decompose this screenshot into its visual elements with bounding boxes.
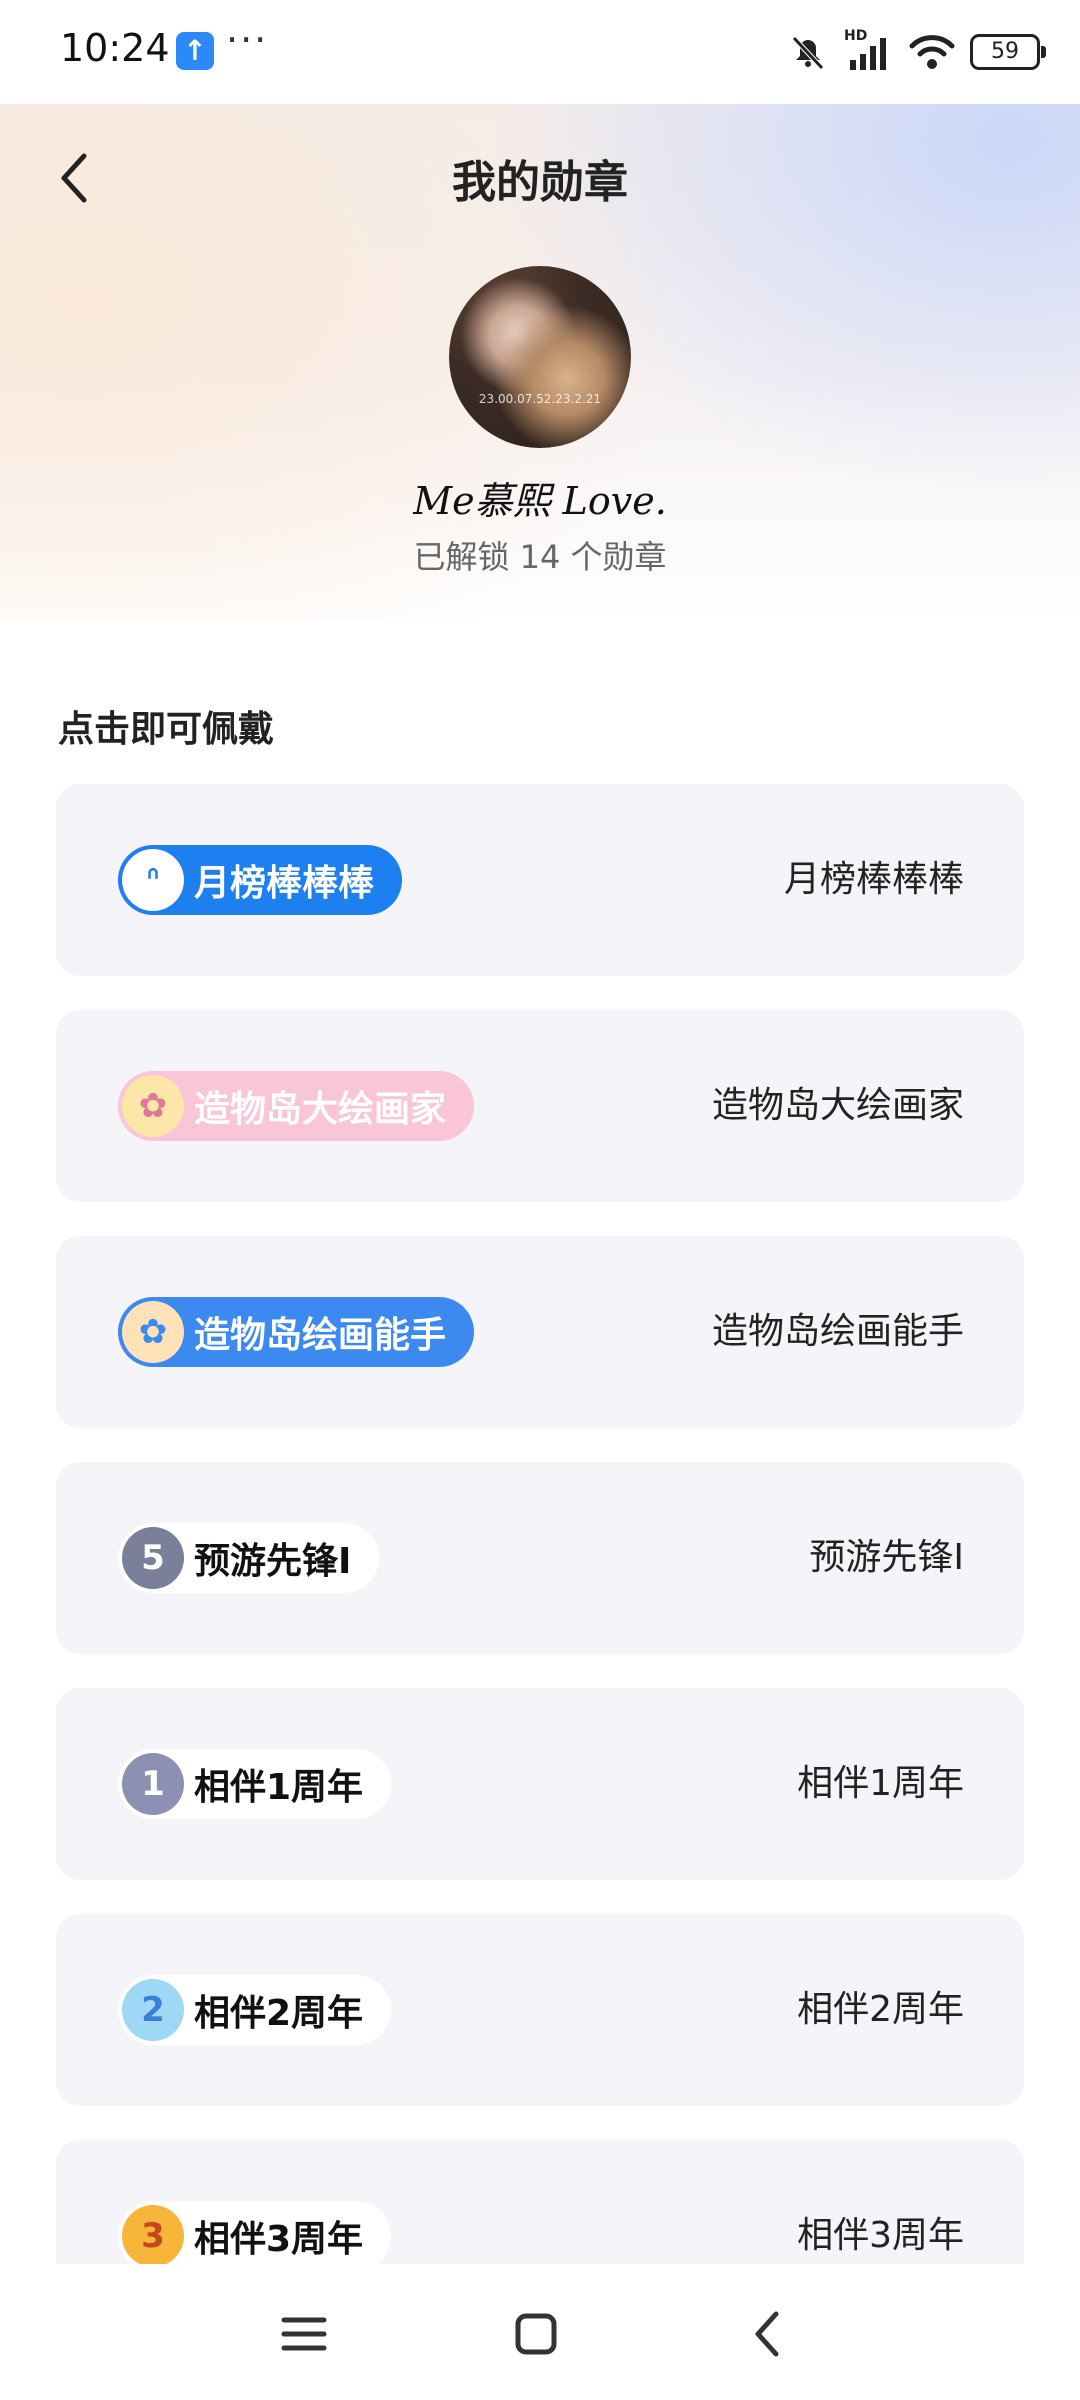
badge-pill: 2 相伴2周年 (118, 1975, 392, 2045)
status-bar: 10:24 ↑ ··· HD 59 (0, 0, 1080, 104)
badge-pill-label: 月榜棒棒棒 (194, 863, 375, 904)
badge-card[interactable]: ᐢ 月榜棒棒棒 月榜棒棒棒 (56, 784, 1024, 976)
badge-card[interactable]: 5 预游先锋I 预游先锋I (56, 1462, 1024, 1654)
badge-list[interactable]: ᐢ 月榜棒棒棒 月榜棒棒棒 ✿ 造物岛大绘画家 造物岛大绘画家 ✿ 造物岛绘画能… (0, 784, 1080, 2264)
home-icon[interactable] (506, 2304, 566, 2364)
avatar[interactable]: 23.00.07.52.23.2.21 (449, 266, 631, 448)
avatar-caption: 23.00.07.52.23.2.21 (478, 392, 602, 406)
badge-card[interactable]: 2 相伴2周年 相伴2周年 (56, 1914, 1024, 2106)
badge-name: 相伴3周年 (797, 2215, 964, 2256)
wifi-icon (909, 35, 955, 69)
badge-name: 造物岛大绘画家 (711, 1085, 964, 1126)
back-nav-icon[interactable] (738, 2304, 798, 2364)
badge-name: 造物岛绘画能手 (711, 1311, 964, 1352)
number-5-shield-icon: 5 (122, 1527, 184, 1589)
section-title: 点击即可佩戴 (58, 709, 275, 750)
page-title: 我的勋章 (452, 157, 628, 208)
badge-pill: 5 预游先锋I (118, 1523, 380, 1593)
number-1-shield-icon: 1 (122, 1753, 184, 1815)
badge-name: 相伴2周年 (797, 1989, 964, 2030)
badge-card[interactable]: ✿ 造物岛绘画能手 造物岛绘画能手 (56, 1236, 1024, 1428)
badge-pill: ᐢ 月榜棒棒棒 (118, 845, 403, 915)
anime-girl-icon: ✿ (122, 1301, 184, 1363)
badge-pill-label: 相伴2周年 (194, 1993, 364, 2034)
badge-pill: ✿ 造物岛大绘画家 (118, 1071, 475, 1141)
unlock-summary: 已解锁 14 个勋章 (413, 538, 667, 576)
anime-girl-icon: ✿ (122, 1075, 184, 1137)
bunny-icon: ᐢ (122, 849, 184, 911)
badge-name: 预游先锋I (809, 1537, 964, 1578)
badge-pill-label: 造物岛绘画能手 (194, 1315, 447, 1356)
badge-card[interactable]: 3 相伴3周年 相伴3周年 (56, 2140, 1024, 2264)
system-nav-bar (0, 2264, 1080, 2400)
badge-pill-label: 造物岛大绘画家 (194, 1089, 447, 1130)
badge-pill: 1 相伴1周年 (118, 1749, 392, 1819)
upload-notification-icon: ↑ (176, 32, 214, 70)
status-time: 10:24 (60, 26, 170, 70)
badge-pill-label: 相伴3周年 (194, 2219, 364, 2260)
number-3-shield-icon: 3 (122, 2205, 184, 2264)
badge-pill-label: 相伴1周年 (194, 1767, 364, 1808)
badge-pill: 3 相伴3周年 (118, 2201, 392, 2264)
number-2-shield-icon: 2 (122, 1979, 184, 2041)
badge-name: 相伴1周年 (797, 1763, 964, 1804)
more-notifications-icon: ··· (226, 18, 269, 62)
mute-bell-icon (792, 36, 824, 70)
username: Me慕熙 Love. (413, 479, 667, 523)
menu-icon[interactable] (274, 2304, 334, 2364)
badge-pill: ✿ 造物岛绘画能手 (118, 1297, 475, 1367)
battery-icon: 59 (970, 34, 1046, 70)
signal-icon: HD (844, 28, 894, 72)
badge-pill-label: 预游先锋I (194, 1541, 352, 1582)
status-icons: HD 59 (786, 28, 1046, 74)
badge-name: 月榜棒棒棒 (783, 859, 964, 900)
badge-card[interactable]: 1 相伴1周年 相伴1周年 (56, 1688, 1024, 1880)
badge-card[interactable]: ✿ 造物岛大绘画家 造物岛大绘画家 (56, 1010, 1024, 1202)
